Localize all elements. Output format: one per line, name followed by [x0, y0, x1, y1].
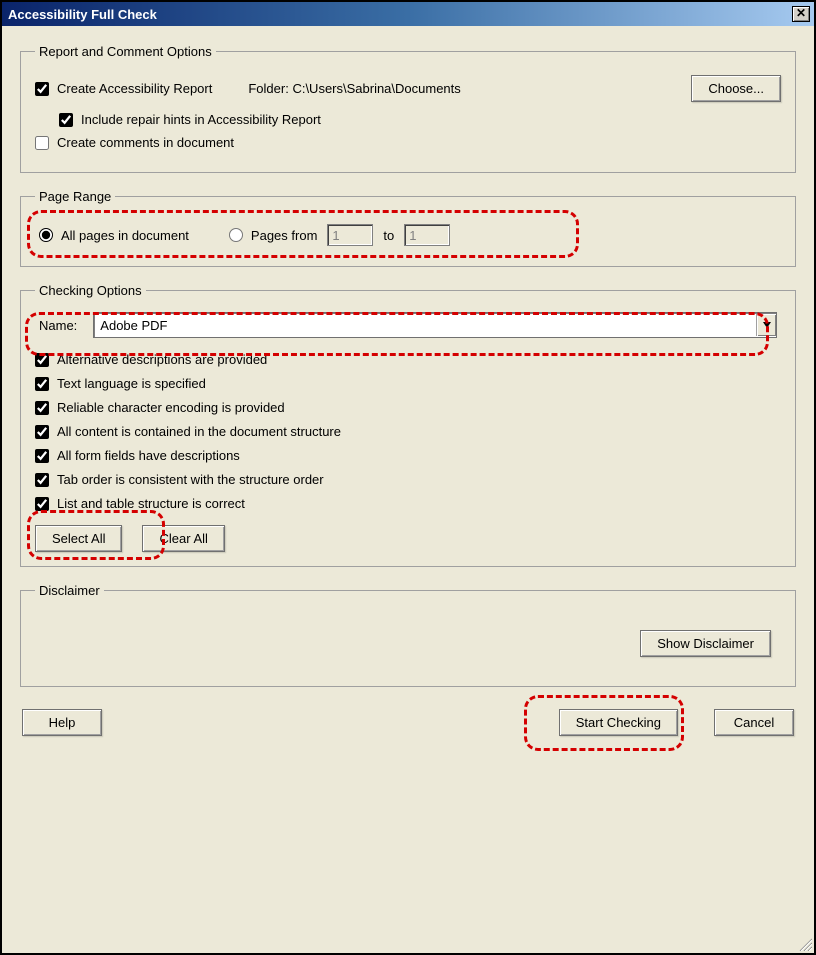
check-option-label: List and table structure is correct	[57, 496, 245, 511]
check-option-checkbox[interactable]	[35, 353, 49, 367]
pages-from-radio[interactable]	[229, 228, 243, 242]
window-title: Accessibility Full Check	[8, 7, 157, 22]
check-option-checkbox[interactable]	[35, 473, 49, 487]
check-option-row[interactable]: Text language is specified	[35, 376, 781, 391]
pages-from-radio-row[interactable]: Pages from	[229, 228, 317, 243]
cancel-button[interactable]: Cancel	[714, 709, 794, 736]
check-option-checkbox[interactable]	[35, 377, 49, 391]
create-report-label: Create Accessibility Report	[57, 81, 212, 96]
include-hints-row[interactable]: Include repair hints in Accessibility Re…	[59, 112, 781, 127]
close-icon: ✕	[796, 6, 806, 20]
page-to-input[interactable]	[404, 224, 450, 246]
check-option-row[interactable]: List and table structure is correct	[35, 496, 781, 511]
dropdown-arrow-button[interactable]	[756, 314, 776, 336]
page-from-input[interactable]	[327, 224, 373, 246]
create-comments-checkbox[interactable]	[35, 136, 49, 150]
check-option-row[interactable]: All form fields have descriptions	[35, 448, 781, 463]
resize-grip[interactable]	[796, 935, 812, 951]
check-option-label: All form fields have descriptions	[57, 448, 240, 463]
check-option-label: Tab order is consistent with the structu…	[57, 472, 324, 487]
show-disclaimer-button[interactable]: Show Disclaimer	[640, 630, 771, 657]
create-report-checkbox[interactable]	[35, 82, 49, 96]
checking-options-legend: Checking Options	[35, 283, 146, 298]
checking-options-list: Alternative descriptions are provided Te…	[35, 352, 781, 511]
dialog-window: Accessibility Full Check ✕ Report and Co…	[0, 0, 816, 955]
help-button[interactable]: Help	[22, 709, 102, 736]
start-checking-button[interactable]: Start Checking	[559, 709, 678, 736]
name-label: Name:	[39, 318, 77, 333]
folder-path: C:\Users\Sabrina\Documents	[292, 81, 460, 96]
clear-all-button[interactable]: Clear All	[142, 525, 224, 552]
pages-from-label: Pages from	[251, 228, 317, 243]
chevron-down-icon	[763, 322, 771, 328]
folder-display: Folder: C:\Users\Sabrina\Documents	[248, 81, 460, 96]
close-button[interactable]: ✕	[792, 6, 810, 22]
check-option-checkbox[interactable]	[35, 401, 49, 415]
check-option-label: Text language is specified	[57, 376, 206, 391]
resize-grip-icon	[796, 935, 812, 951]
folder-label: Folder:	[248, 81, 288, 96]
disclaimer-legend: Disclaimer	[35, 583, 104, 598]
bottom-button-row: Help Start Checking Cancel	[20, 709, 796, 736]
check-option-checkbox[interactable]	[35, 497, 49, 511]
create-comments-label: Create comments in document	[57, 135, 234, 150]
check-option-label: All content is contained in the document…	[57, 424, 341, 439]
include-hints-checkbox[interactable]	[59, 113, 73, 127]
check-option-row[interactable]: All content is contained in the document…	[35, 424, 781, 439]
page-range-legend: Page Range	[35, 189, 115, 204]
titlebar: Accessibility Full Check ✕	[2, 2, 814, 26]
disclaimer-group: Disclaimer Show Disclaimer	[20, 583, 796, 687]
check-option-label: Reliable character encoding is provided	[57, 400, 285, 415]
to-label: to	[383, 228, 394, 243]
dialog-content: Report and Comment Options Create Access…	[2, 26, 814, 953]
report-options-legend: Report and Comment Options	[35, 44, 216, 59]
all-pages-label: All pages in document	[61, 228, 189, 243]
create-comments-row[interactable]: Create comments in document	[35, 135, 781, 150]
choose-folder-button[interactable]: Choose...	[691, 75, 781, 102]
include-hints-label: Include repair hints in Accessibility Re…	[81, 112, 321, 127]
check-option-checkbox[interactable]	[35, 425, 49, 439]
report-options-group: Report and Comment Options Create Access…	[20, 44, 796, 173]
check-option-row[interactable]: Alternative descriptions are provided	[35, 352, 781, 367]
all-pages-radio[interactable]	[39, 228, 53, 242]
check-option-checkbox[interactable]	[35, 449, 49, 463]
name-dropdown[interactable]: Adobe PDF	[93, 312, 777, 338]
create-report-row[interactable]: Create Accessibility Report	[35, 81, 212, 96]
check-option-row[interactable]: Tab order is consistent with the structu…	[35, 472, 781, 487]
all-pages-radio-row[interactable]: All pages in document	[39, 228, 189, 243]
name-dropdown-value: Adobe PDF	[100, 318, 167, 333]
select-all-button[interactable]: Select All	[35, 525, 122, 552]
checking-options-group: Checking Options Name: Adobe PDF Alterna…	[20, 283, 796, 567]
check-option-row[interactable]: Reliable character encoding is provided	[35, 400, 781, 415]
page-range-group: Page Range All pages in document Pages f…	[20, 189, 796, 267]
check-option-label: Alternative descriptions are provided	[57, 352, 267, 367]
